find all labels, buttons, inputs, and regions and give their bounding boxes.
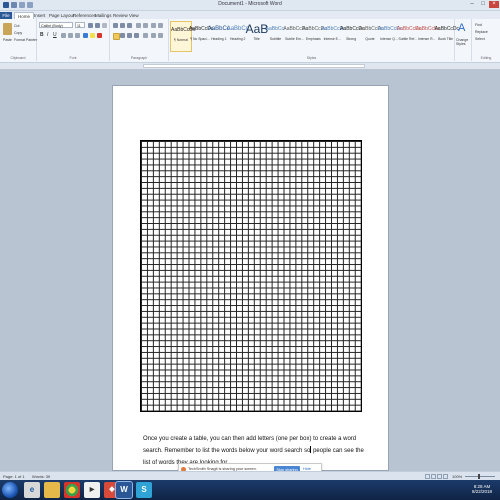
start-button[interactable] xyxy=(2,482,18,498)
zoom-level[interactable]: 100% xyxy=(452,474,462,479)
bold-icon[interactable]: B xyxy=(40,32,44,38)
sort-icon[interactable] xyxy=(151,23,156,28)
align-left-icon[interactable] xyxy=(113,33,120,40)
borders-icon[interactable] xyxy=(158,33,163,38)
highlight-icon[interactable] xyxy=(90,33,95,38)
grow-font-icon[interactable] xyxy=(88,23,93,28)
strikethrough-icon[interactable] xyxy=(61,33,66,38)
maximize-button[interactable]: □ xyxy=(478,1,488,8)
bullets-icon[interactable] xyxy=(113,23,118,28)
change-styles-group: A Change Styles xyxy=(455,19,472,61)
paragraph-group-label: Paragraph xyxy=(130,56,148,60)
numbering-icon[interactable] xyxy=(120,23,125,28)
text-cursor xyxy=(310,446,312,453)
find-button[interactable]: Find xyxy=(475,23,482,27)
align-right-icon[interactable] xyxy=(127,33,132,38)
ribbon-tabs: File Home Insert Page Layout References … xyxy=(0,11,500,20)
paste-label[interactable]: Paste xyxy=(3,38,12,42)
styles-group: AaBbCcDc ¶ Normal AaBbCcDc ¶ No Spaci... AaB… xyxy=(169,19,460,61)
clock-date: 8/22/2018 xyxy=(472,489,493,494)
text-effects-icon[interactable] xyxy=(83,33,88,38)
style-name: Book Title xyxy=(438,37,454,41)
clock[interactable]: 8:28 AM 8/22/2018 xyxy=(472,484,492,494)
page-count[interactable]: Page: 1 of 1 xyxy=(3,474,25,479)
snagit-taskbar-icon[interactable]: S xyxy=(136,482,152,498)
paste-icon[interactable] xyxy=(3,23,12,35)
font-group: Calibri (Body) 11 B I U Font xyxy=(37,19,110,61)
change-styles-button[interactable]: Change Styles xyxy=(456,38,470,46)
font-group-label: Font xyxy=(69,56,77,60)
multilevel-list-icon[interactable] xyxy=(127,23,132,28)
internet-explorer-icon[interactable]: e xyxy=(24,482,40,498)
select-button[interactable]: Select xyxy=(475,37,485,41)
align-center-icon[interactable] xyxy=(120,33,125,38)
web-layout-view-icon[interactable] xyxy=(437,474,442,479)
line-spacing-icon[interactable] xyxy=(143,33,148,38)
replace-button[interactable]: Replace xyxy=(475,30,488,34)
word-search-table[interactable] xyxy=(140,140,362,412)
style-item[interactable]: AaBbCcDc Book Title xyxy=(434,21,460,52)
ruler-text-area xyxy=(143,64,365,68)
zoom-slider[interactable] xyxy=(465,476,495,477)
outline-view-icon[interactable] xyxy=(443,474,448,479)
shrink-font-icon[interactable] xyxy=(95,23,100,28)
full-screen-view-icon[interactable] xyxy=(431,474,436,479)
clipboard-group: Paste Cut Copy Format Painter Clipboard xyxy=(0,19,37,61)
editing-group: Find Replace Select Editing xyxy=(472,19,500,61)
word-count[interactable]: Words: 39 xyxy=(32,474,50,479)
print-layout-view-icon[interactable] xyxy=(425,474,430,479)
minimize-button[interactable]: – xyxy=(467,1,477,8)
clipboard-group-label: Clipboard xyxy=(10,56,26,60)
decrease-indent-icon[interactable] xyxy=(136,23,141,28)
file-explorer-icon[interactable] xyxy=(44,482,60,498)
increase-indent-icon[interactable] xyxy=(143,23,148,28)
zoom-slider-thumb[interactable] xyxy=(478,474,480,479)
chrome-icon[interactable] xyxy=(64,482,80,498)
justify-icon[interactable] xyxy=(134,33,139,38)
subscript-icon[interactable] xyxy=(68,33,73,38)
ribbon: Paste Cut Copy Format Painter Clipboard … xyxy=(0,19,500,63)
title-bar: Document1 - Microsoft Word – □ × xyxy=(0,0,500,11)
clear-format-icon[interactable] xyxy=(102,23,107,28)
show-formatting-icon[interactable] xyxy=(158,23,163,28)
copy-button[interactable]: Copy xyxy=(14,31,22,35)
format-painter-button[interactable]: Format Painter xyxy=(14,38,37,42)
close-button[interactable]: × xyxy=(489,1,499,8)
font-size-field[interactable]: 11 xyxy=(75,22,85,28)
shading-icon[interactable] xyxy=(151,33,156,38)
font-color-icon[interactable] xyxy=(97,33,102,38)
underline-icon[interactable]: U xyxy=(53,32,57,38)
style-sample: AaBbCcDc xyxy=(434,26,460,32)
font-name-field[interactable]: Calibri (Body) xyxy=(39,22,73,28)
cut-button[interactable]: Cut xyxy=(14,24,19,28)
editing-group-label: Editing xyxy=(480,56,492,60)
styles-group-label: Styles xyxy=(306,56,317,60)
window-title: Document1 - Microsoft Word xyxy=(218,1,282,7)
media-player-icon[interactable]: ▶ xyxy=(84,482,100,498)
italic-icon[interactable]: I xyxy=(47,32,48,38)
superscript-icon[interactable] xyxy=(75,33,80,38)
taskbar: e ▶ ◆ W S 8:28 AM 8/22/2018 xyxy=(0,480,500,500)
word-taskbar-icon[interactable]: W xyxy=(115,481,133,499)
change-styles-icon[interactable]: A xyxy=(458,22,465,34)
tab-file[interactable]: File xyxy=(0,12,12,19)
tab-view[interactable]: View xyxy=(126,12,142,19)
paragraph-group: Paragraph xyxy=(110,19,169,61)
